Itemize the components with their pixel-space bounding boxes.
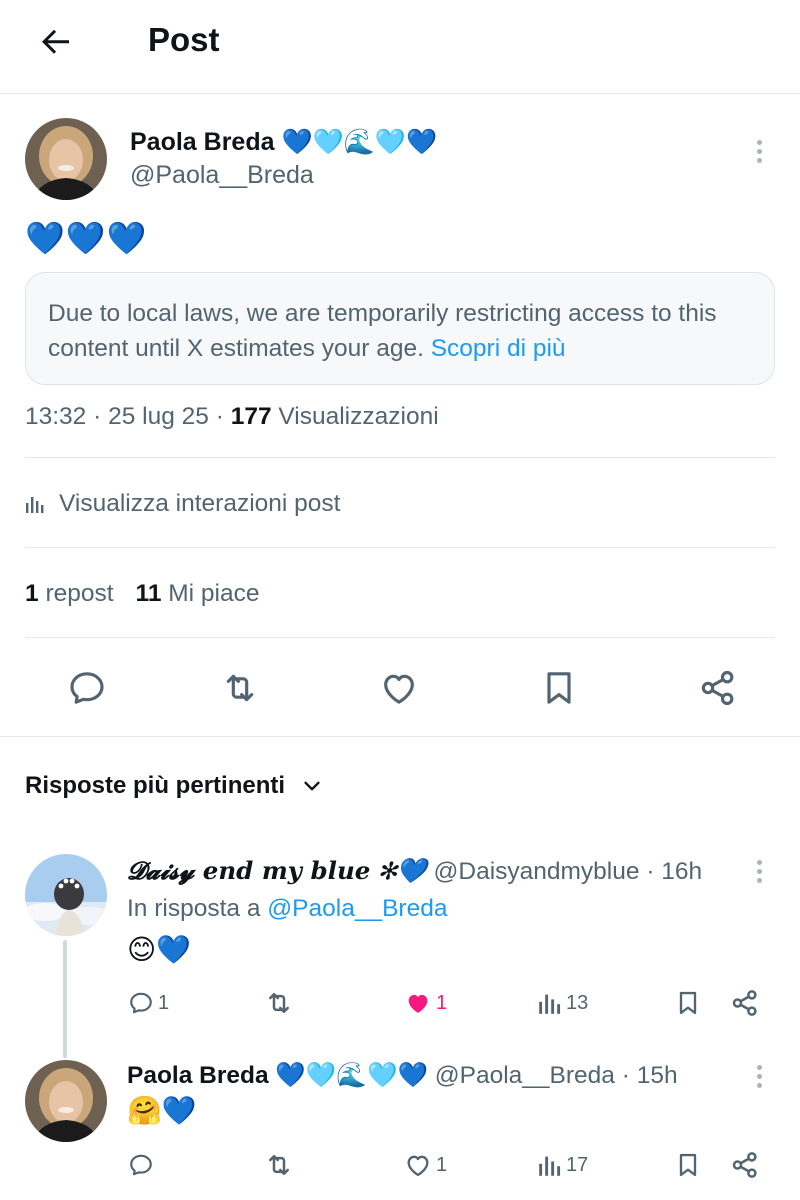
divider	[25, 457, 775, 458]
views-label: Visualizzazioni	[278, 403, 439, 430]
reply-author-handle[interactable]: @Paola__Breda	[435, 1062, 615, 1089]
reply-header: 𝓓𝓪𝓲𝓼𝔂 end my blue ✻💙 @Daisyandmyblue · 1…	[127, 856, 703, 885]
bookmark-icon	[679, 991, 697, 1015]
reply-view-count: 13	[566, 991, 589, 1014]
bookmark-button[interactable]	[531, 660, 587, 716]
replies-sort-dropdown[interactable]: Risposte più pertinenti	[25, 768, 323, 804]
reply-time: 16h	[661, 858, 703, 885]
reply-avatar[interactable]	[25, 854, 107, 936]
reply-retweet-button[interactable]	[264, 1145, 298, 1185]
comment-icon	[130, 1154, 152, 1176]
comment-icon	[70, 672, 104, 704]
reply-views-button[interactable]: 13	[538, 983, 588, 1023]
reply-header: Paola Breda 💙🩵🌊🩵💙 @Paola__Breda · 15h	[127, 1062, 678, 1089]
retweet-icon	[269, 1155, 289, 1175]
share-icon	[732, 1152, 757, 1178]
chevron-down-icon	[304, 781, 320, 791]
repost-stat[interactable]: 1 repost	[25, 580, 114, 607]
views-count: 177	[230, 403, 272, 430]
post-text: 💙💙💙	[25, 220, 148, 256]
kebab-menu-icon[interactable]	[749, 851, 769, 891]
bar-chart-icon	[539, 994, 561, 1014]
post-time: 13:32	[25, 403, 87, 430]
reply-retweet-button[interactable]	[264, 983, 298, 1023]
reply-author-name[interactable]: 𝓓𝓪𝓲𝓼𝔂 end my blue ✻💙	[127, 856, 427, 885]
reply-like-count: 1	[436, 1153, 448, 1176]
in-reply-prefix: In risposta a	[127, 895, 261, 922]
in-reply-mention[interactable]: @Paola__Breda	[267, 895, 447, 922]
share-button[interactable]	[690, 660, 746, 716]
retweet-icon	[269, 993, 289, 1013]
reply-like-button[interactable]: 1	[404, 1145, 447, 1185]
arrow-left-icon	[42, 29, 69, 54]
replies-sort-label: Risposte più pertinenti	[25, 772, 286, 799]
heart-icon	[407, 1155, 429, 1177]
reply-share-button[interactable]	[730, 983, 760, 1023]
reply-button[interactable]	[59, 660, 115, 716]
bar-chart-icon	[26, 497, 44, 513]
page-title: Post	[148, 21, 220, 58]
reply-author-handle[interactable]: @Daisyandmyblue	[434, 858, 640, 885]
reply-comment-button[interactable]: 1	[128, 983, 169, 1023]
like-button[interactable]	[371, 660, 427, 716]
reply-share-button[interactable]	[730, 1145, 760, 1185]
reply-comment-button[interactable]	[128, 1145, 158, 1185]
reply-like-button[interactable]: 1	[404, 983, 447, 1023]
reply-text: 🤗💙	[127, 1095, 197, 1126]
bookmark-icon	[547, 672, 571, 704]
repost-count: 1	[25, 580, 39, 607]
bar-chart-icon	[539, 1156, 561, 1176]
like-stat[interactable]: 11 Mi piace	[136, 580, 260, 607]
thread-line	[63, 940, 67, 1058]
reply-like-count: 1	[436, 991, 448, 1014]
post-date: 25 lug 25	[108, 403, 209, 430]
kebab-menu-icon[interactable]	[749, 131, 769, 171]
retweet-icon	[226, 674, 254, 702]
divider	[0, 736, 800, 737]
post-stats: 1 repost 11 Mi piace	[25, 577, 260, 611]
reply-views-button[interactable]: 17	[538, 1145, 588, 1185]
bookmark-icon	[679, 1153, 697, 1177]
author-handle[interactable]: @Paola__Breda	[130, 160, 314, 190]
like-label: Mi piace	[168, 580, 260, 607]
reply-avatar[interactable]	[25, 1060, 107, 1142]
divider	[25, 637, 775, 638]
reply-bookmark-button[interactable]	[674, 1145, 702, 1185]
reply-time: 15h	[636, 1062, 678, 1089]
like-count: 11	[135, 580, 162, 607]
heart-icon	[408, 994, 428, 1013]
learn-more-link[interactable]: Scopri di più	[431, 335, 566, 362]
share-icon	[732, 990, 757, 1016]
view-interactions-link[interactable]: Visualizza interazioni post	[25, 486, 340, 522]
comment-icon	[130, 992, 152, 1014]
post-meta: 13:32 · 25 lug 25 · 177 Visualizzazioni	[25, 403, 439, 430]
in-reply-to: In risposta a @Paola__Breda	[127, 893, 447, 925]
author-avatar[interactable]	[25, 118, 107, 200]
kebab-menu-icon[interactable]	[749, 1056, 769, 1096]
reply-text: 😊💙	[127, 934, 192, 965]
reply-author-name[interactable]: Paola Breda 💙🩵🌊🩵💙	[127, 1062, 428, 1089]
author-name[interactable]: Paola Breda 💙🩵🌊🩵💙	[130, 126, 437, 158]
view-interactions-label: Visualizza interazioni post	[59, 490, 341, 517]
divider	[25, 547, 775, 548]
heart-icon	[384, 674, 414, 704]
back-button[interactable]	[34, 18, 80, 64]
age-restriction-notice: Due to local laws, we are temporarily re…	[25, 272, 775, 385]
retweet-button[interactable]	[212, 660, 268, 716]
reply-comment-count: 1	[158, 991, 170, 1014]
reply-view-count: 17	[566, 1153, 589, 1176]
notice-text: Due to local laws, we are temporarily re…	[48, 300, 717, 362]
repost-label: repost	[45, 580, 114, 607]
reply-bookmark-button[interactable]	[674, 983, 702, 1023]
top-bar: Post	[0, 0, 800, 94]
share-icon	[701, 670, 734, 706]
